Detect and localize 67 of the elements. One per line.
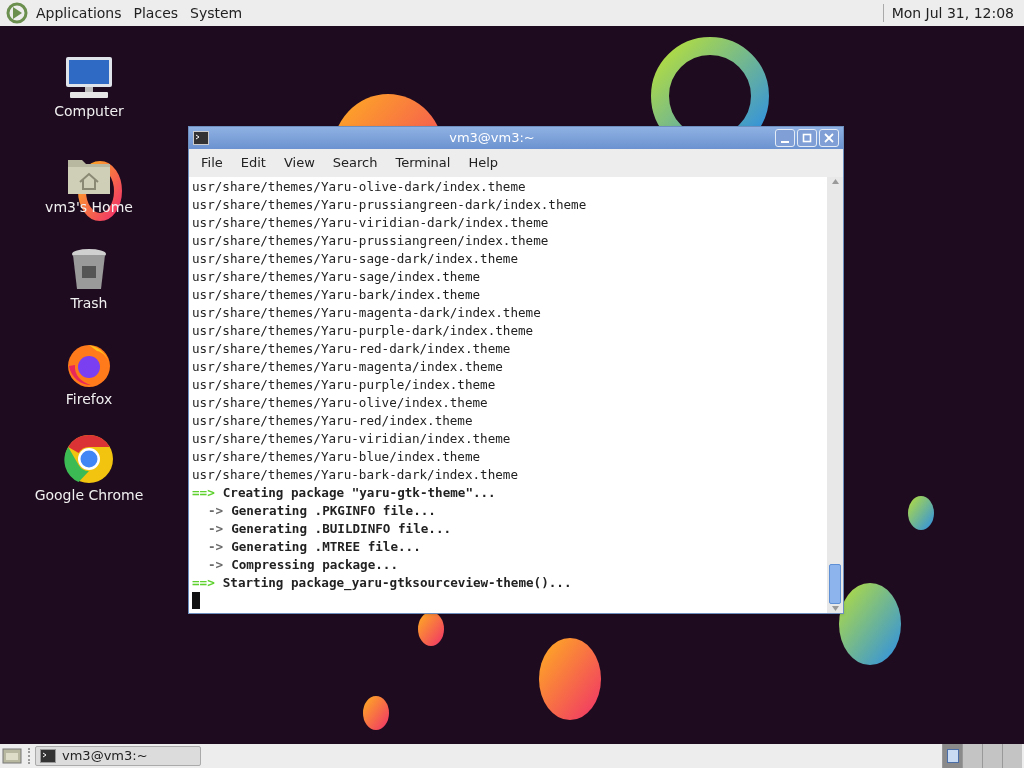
terminal-line: usr/share/themes/Yaru-bark-dark/index.theme xyxy=(192,466,520,484)
terminal-line: Generating .PKGINFO file... xyxy=(231,502,436,520)
step-marker: -> xyxy=(208,538,224,556)
terminal-icon xyxy=(193,131,209,145)
terminal-line: usr/share/themes/Yaru-bark/index.theme xyxy=(192,286,482,304)
panel-menu[interactable]: Places xyxy=(133,2,179,24)
terminal-line: usr/share/themes/Yaru-red-dark/index.theme xyxy=(192,340,512,358)
close-icon xyxy=(824,133,834,143)
terminal-line: usr/share/themes/Yaru-red/index.theme xyxy=(192,412,474,430)
workspace-switcher-item[interactable] xyxy=(982,744,1002,768)
maximize-button[interactable] xyxy=(797,129,817,147)
panel-menu[interactable]: Applications xyxy=(36,2,122,24)
terminal-line: Generating .MTREE file... xyxy=(231,538,421,556)
clock[interactable]: Mon Jul 31, 12:08 xyxy=(891,2,1014,24)
terminal-line: usr/share/themes/Yaru-prussiangreen/index.theme xyxy=(192,232,550,250)
close-button[interactable] xyxy=(819,129,839,147)
desktop-icon-label[interactable]: Trash xyxy=(70,294,108,312)
terminal-line: usr/share/themes/Yaru-purple-dark/index.theme xyxy=(192,322,535,340)
terminal-icon xyxy=(40,749,56,763)
logo-icon[interactable] xyxy=(6,2,28,24)
menu-item[interactable]: Help xyxy=(460,153,507,173)
minimize-button[interactable] xyxy=(775,129,795,147)
show-desktop-icon[interactable] xyxy=(2,747,22,765)
minimize-icon xyxy=(781,141,789,143)
menu-item[interactable]: Edit xyxy=(232,153,274,173)
terminal-line: Compressing package... xyxy=(231,556,398,574)
terminal-line: usr/share/themes/Yaru-blue/index.theme xyxy=(192,448,482,466)
prompt-marker: ==> xyxy=(192,574,215,592)
terminal-line: usr/share/themes/Yaru-prussiangreen-dark/index.theme xyxy=(192,196,588,214)
step-marker: -> xyxy=(208,520,224,538)
taskbar-button[interactable]: vm3@vm3:~ xyxy=(35,746,201,766)
terminal-line: usr/share/themes/Yaru-olive/index.theme xyxy=(192,394,489,412)
terminal-line: Generating .BUILDINFO file... xyxy=(231,520,452,538)
trash-icon xyxy=(70,248,108,292)
terminal-line: usr/share/themes/Yaru-purple/index.theme xyxy=(192,376,497,394)
menu-item[interactable]: File xyxy=(193,153,231,173)
prompt-marker: ==> xyxy=(192,484,215,502)
workspace-switcher-item[interactable] xyxy=(942,744,962,768)
workspace-switcher-item[interactable] xyxy=(962,744,982,768)
scrollbar[interactable] xyxy=(827,177,843,613)
menu-item[interactable]: View xyxy=(275,153,323,173)
desktop-icon-label[interactable]: Computer xyxy=(54,102,124,120)
scroll-up-icon[interactable] xyxy=(831,179,839,184)
terminal-line: Starting package_yaru-gtksourceview-theme()... xyxy=(222,574,572,592)
scrollbar-thumb[interactable] xyxy=(829,564,841,604)
terminal-line: usr/share/themes/Yaru-olive-dark/index.theme xyxy=(192,178,527,196)
chrome-icon xyxy=(64,434,114,484)
terminal-line: usr/share/themes/Yaru-viridian/index.theme xyxy=(192,430,512,448)
desktop-icon-label[interactable]: Firefox xyxy=(65,390,113,408)
scroll-down-icon[interactable] xyxy=(831,606,839,611)
terminal-line: usr/share/themes/Yaru-sage/index.theme xyxy=(192,268,482,286)
terminal-line: usr/share/themes/Yaru-sage-dark/index.theme xyxy=(192,250,520,268)
panel-menu[interactable]: System xyxy=(190,2,243,24)
step-marker: -> xyxy=(208,502,224,520)
terminal-line: usr/share/themes/Yaru-magenta-dark/index.theme xyxy=(192,304,542,322)
menu-item[interactable]: Search xyxy=(324,153,386,173)
terminal-line: usr/share/themes/Yaru-viridian-dark/index.theme xyxy=(192,214,550,232)
desktop-icon-label[interactable]: Google Chrome xyxy=(34,486,144,504)
maximize-icon xyxy=(802,133,812,143)
terminal-line: usr/share/themes/Yaru-magenta/index.theme xyxy=(192,358,504,376)
menu-item[interactable]: Terminal xyxy=(387,153,459,173)
step-marker: -> xyxy=(208,556,224,574)
text-cursor xyxy=(192,592,200,609)
terminal-line: Creating package "yaru-gtk-theme"... xyxy=(222,484,496,502)
window-title: vm3@vm3:~ xyxy=(448,129,536,148)
computer-icon xyxy=(64,56,114,100)
workspace-switcher-item[interactable] xyxy=(1002,744,1022,768)
